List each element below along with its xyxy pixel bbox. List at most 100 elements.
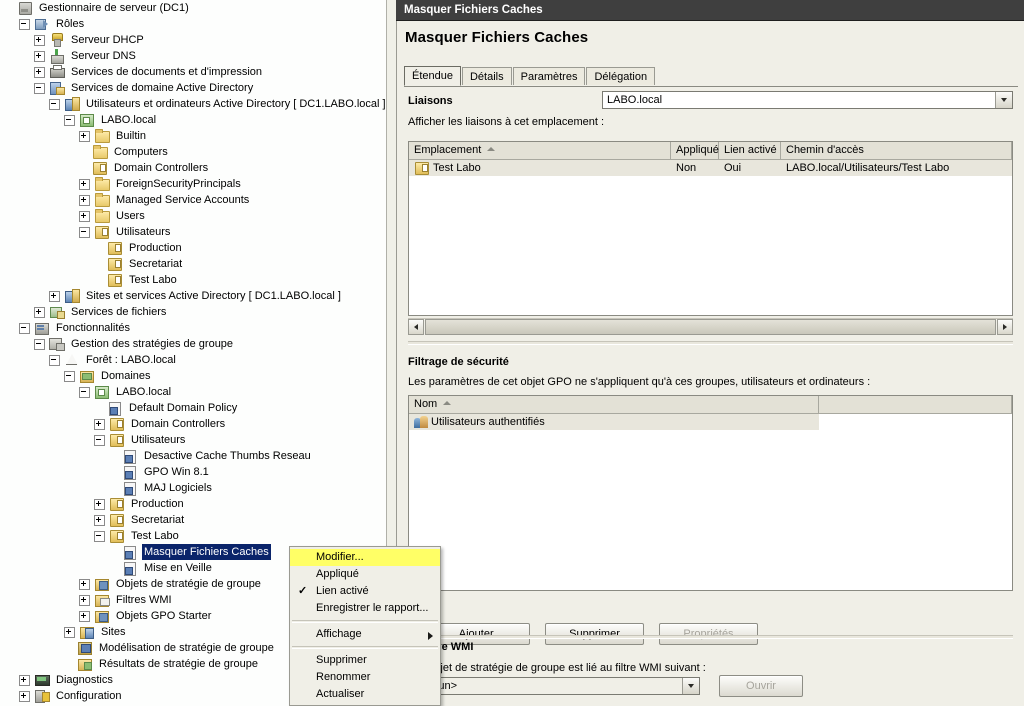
scroll-right-button[interactable]	[997, 319, 1013, 335]
tab-dtails[interactable]: Détails	[461, 67, 512, 85]
collapse-icon[interactable]	[64, 370, 75, 382]
tree-node-22[interactable]: Forêt : LABO.local	[0, 352, 386, 368]
tree-node-17[interactable]: Test Labo	[0, 272, 386, 288]
tree-node-16[interactable]: Secretariat	[0, 256, 386, 272]
links-col-header[interactable]: Emplacement	[409, 142, 671, 159]
tree-node-7[interactable]: LABO.local	[0, 112, 386, 128]
expand-icon[interactable]	[64, 626, 75, 638]
expand-icon[interactable]	[34, 50, 45, 62]
links-horizontal-scrollbar[interactable]	[408, 318, 1013, 335]
tree-node-31[interactable]: Production	[0, 496, 386, 512]
tree-node-33[interactable]: Test Labo	[0, 528, 386, 544]
tree-node-29[interactable]: GPO Win 8.1	[0, 464, 386, 480]
security-header-row[interactable]: Nom	[409, 396, 1012, 414]
menu-item-supprimer[interactable]: Supprimer	[290, 652, 440, 669]
gpo-tabstrip[interactable]: Étendue Détails Paramètres Délégation	[404, 66, 1018, 87]
supprimer-button[interactable]: Supprimer	[545, 623, 644, 645]
menu-item-modifier[interactable]: Modifier...	[290, 549, 440, 566]
expand-icon[interactable]	[79, 610, 90, 622]
gpo-context-menu[interactable]: Modifier... Appliqué ✓ Lien activé Enregistr…	[289, 546, 441, 706]
tab-paramtres[interactable]: Paramètres	[512, 67, 586, 85]
tree-node-26[interactable]: Domain Controllers	[0, 416, 386, 432]
tree-node-24[interactable]: LABO.local	[0, 384, 386, 400]
tree-node-15[interactable]: Production	[0, 240, 386, 256]
chevron-down-icon[interactable]	[682, 678, 699, 694]
tree-node-23[interactable]: Domaines	[0, 368, 386, 384]
collapse-icon[interactable]	[49, 98, 60, 110]
expand-icon[interactable]	[19, 674, 30, 686]
expand-icon[interactable]	[79, 594, 90, 606]
expand-icon[interactable]	[79, 178, 90, 190]
tree-node-20[interactable]: Fonctionnalités	[0, 320, 386, 336]
expand-icon[interactable]	[79, 210, 90, 222]
expand-icon[interactable]	[34, 306, 45, 318]
links-col-header[interactable]: Lien activé	[719, 142, 781, 159]
tree-node-3[interactable]: Serveur DNS	[0, 48, 386, 64]
scroll-thumb[interactable]	[425, 319, 996, 335]
tree-node-6[interactable]: Utilisateurs et ordinateurs Active Direc…	[0, 96, 386, 112]
tree-node-9[interactable]: Computers	[0, 144, 386, 160]
security-listbox[interactable]: Nom Utilisateurs authentifiés	[408, 395, 1013, 591]
expand-icon[interactable]	[34, 66, 45, 78]
table-row[interactable]: Test Labo Non Oui LABO.local/Utilisateurs/T…	[409, 160, 1012, 176]
collapse-icon[interactable]	[19, 18, 30, 30]
collapse-icon[interactable]	[94, 434, 105, 446]
tree-node-11[interactable]: ForeignSecurityPrincipals	[0, 176, 386, 192]
expand-icon[interactable]	[79, 194, 90, 206]
wmi-open-button[interactable]: Ouvrir	[719, 675, 803, 697]
menu-item-appliqué[interactable]: Appliqué	[290, 566, 440, 583]
tree-node-28[interactable]: Desactive Cache Thumbs Reseau	[0, 448, 386, 464]
collapse-icon[interactable]	[49, 354, 60, 366]
tree-node-32[interactable]: Secretariat	[0, 512, 386, 528]
expand-icon[interactable]	[94, 498, 105, 510]
expand-icon[interactable]	[34, 34, 45, 46]
collapse-icon[interactable]	[34, 82, 45, 94]
links-location-combo[interactable]: LABO.local	[602, 91, 1013, 109]
expand-icon[interactable]	[94, 514, 105, 526]
tree-node-21[interactable]: Gestion des stratégies de groupe	[0, 336, 386, 352]
security-rows[interactable]: Utilisateurs authentifiés	[409, 414, 1012, 430]
tree-node-2[interactable]: Serveur DHCP	[0, 32, 386, 48]
chevron-down-icon[interactable]	[995, 92, 1012, 108]
links-header-row[interactable]: Emplacement Appliqué Lien activé Chemin d'a…	[409, 142, 1012, 160]
expand-icon[interactable]	[49, 290, 60, 302]
collapse-icon[interactable]	[34, 338, 45, 350]
links-col-header[interactable]: Chemin d'accès	[781, 142, 1012, 159]
expand-icon[interactable]	[79, 578, 90, 590]
menu-item-actualiser[interactable]: Actualiser	[290, 686, 440, 703]
tab-tendue[interactable]: Étendue	[404, 66, 461, 86]
expand-icon[interactable]	[94, 418, 105, 430]
menu-item-enregistrerlerapport[interactable]: Enregistrer le rapport...	[290, 600, 440, 617]
links-rows[interactable]: Test Labo Non Oui LABO.local/Utilisateurs/T…	[409, 160, 1012, 176]
collapse-icon[interactable]	[64, 114, 75, 126]
tree-node-25[interactable]: Default Domain Policy	[0, 400, 386, 416]
expand-icon[interactable]	[79, 130, 90, 142]
scroll-left-button[interactable]	[408, 319, 424, 335]
collapse-icon[interactable]	[79, 386, 90, 398]
wmi-filter-combo[interactable]: <Aucun>	[408, 677, 700, 695]
links-listbox[interactable]: Emplacement Appliqué Lien activé Chemin d'a…	[408, 141, 1013, 316]
collapse-icon[interactable]	[79, 226, 90, 238]
links-col-header[interactable]: Appliqué	[671, 142, 719, 159]
tree-node-4[interactable]: Services de documents et d'impression	[0, 64, 386, 80]
tab-dlgation[interactable]: Délégation	[586, 67, 656, 85]
tree-node-30[interactable]: MAJ Logiciels	[0, 480, 386, 496]
security-col-header[interactable]	[819, 396, 1012, 413]
tree-node-10[interactable]: Domain Controllers	[0, 160, 386, 176]
tree-node-18[interactable]: Sites et services Active Directory [ DC1…	[0, 288, 386, 304]
menu-item-lienactivé[interactable]: ✓ Lien activé	[290, 583, 440, 600]
tree-node-8[interactable]: Builtin	[0, 128, 386, 144]
tree-node-0[interactable]: Gestionnaire de serveur (DC1)	[0, 0, 386, 16]
security-col-header[interactable]: Nom	[409, 396, 819, 413]
expand-icon[interactable]	[19, 690, 30, 702]
tree-node-19[interactable]: Services de fichiers	[0, 304, 386, 320]
tree-node-5[interactable]: Services de domaine Active Directory	[0, 80, 386, 96]
collapse-icon[interactable]	[94, 530, 105, 542]
menu-item-affichage[interactable]: Affichage	[290, 626, 440, 643]
list-item[interactable]: Utilisateurs authentifiés	[409, 414, 819, 430]
tree-node-13[interactable]: Users	[0, 208, 386, 224]
tree-node-14[interactable]: Utilisateurs	[0, 224, 386, 240]
tree-node-27[interactable]: Utilisateurs	[0, 432, 386, 448]
tree-node-12[interactable]: Managed Service Accounts	[0, 192, 386, 208]
tree-node-1[interactable]: Rôles	[0, 16, 386, 32]
